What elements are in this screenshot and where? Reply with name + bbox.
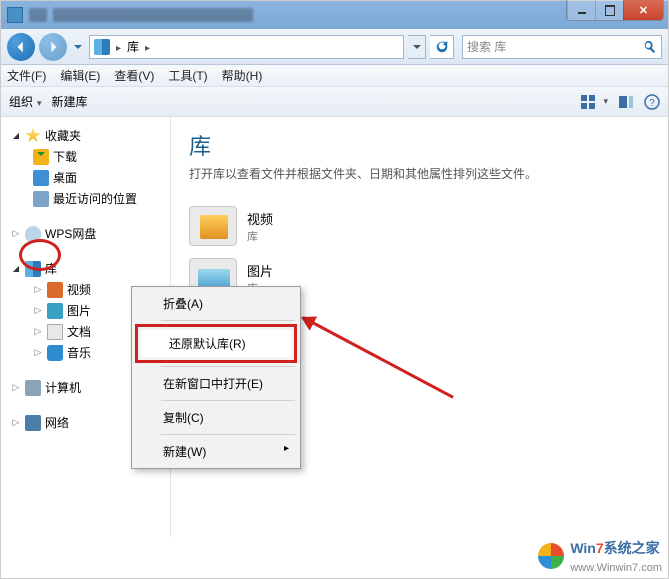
tree-label: 下载 <box>53 148 77 165</box>
logo-icon <box>538 543 564 569</box>
menu-file[interactable]: 文件(F) <box>7 67 46 84</box>
libraries-icon <box>25 261 41 277</box>
download-icon <box>33 149 49 165</box>
tree-favorites[interactable]: 收藏夹 <box>5 125 166 146</box>
expand-icon[interactable] <box>33 285 43 295</box>
annotation-highlight: 还原默认库(R) <box>135 324 297 363</box>
menu-tools[interactable]: 工具(T) <box>168 67 207 84</box>
menu-help[interactable]: 帮助(H) <box>222 67 263 84</box>
desktop-icon <box>33 170 49 186</box>
tree-label: 视频 <box>67 281 91 298</box>
breadcrumb-sep-icon <box>114 40 123 54</box>
maximize-button[interactable] <box>595 0 623 20</box>
address-bar[interactable]: 库 <box>89 35 404 59</box>
tree-downloads[interactable]: 下载 <box>5 146 166 167</box>
tree-label: 收藏夹 <box>45 127 81 144</box>
tree-label: 桌面 <box>53 169 77 186</box>
ctx-copy[interactable]: 复制(C) <box>135 404 297 431</box>
document-icon <box>47 324 63 340</box>
libraries-icon <box>94 39 110 55</box>
video-library-icon <box>189 206 237 246</box>
expand-icon[interactable] <box>11 418 21 428</box>
menu-bar: 文件(F) 编辑(E) 查看(V) 工具(T) 帮助(H) <box>1 65 668 87</box>
tree-label: 网络 <box>45 414 69 431</box>
ctx-separator <box>161 400 295 401</box>
organize-button[interactable]: 组织 <box>9 93 42 110</box>
tree-desktop[interactable]: 桌面 <box>5 167 166 188</box>
search-icon <box>643 40 657 54</box>
forward-button[interactable] <box>39 33 67 61</box>
tree-libraries[interactable]: 库 <box>5 258 166 279</box>
wm-text: 7 <box>596 540 604 556</box>
network-icon <box>25 415 41 431</box>
library-type: 库 <box>247 228 273 244</box>
tree-label: 音乐 <box>67 344 91 361</box>
expand-icon[interactable] <box>11 131 21 141</box>
search-box[interactable]: 搜索 库 <box>462 35 662 59</box>
preview-pane-button[interactable] <box>618 94 634 110</box>
explorer-body: 收藏夹 下载 桌面 最近访问的位置 WPS网盘 <box>1 117 668 537</box>
page-title: 库 <box>189 129 650 161</box>
breadcrumb-sep-icon <box>143 40 152 54</box>
title-blur <box>53 8 253 22</box>
ctx-separator <box>161 434 295 435</box>
menu-view[interactable]: 查看(V) <box>114 67 154 84</box>
svg-text:?: ? <box>649 98 655 109</box>
expand-icon[interactable] <box>33 306 43 316</box>
wm-text: Win <box>570 540 596 556</box>
title-blur <box>29 8 47 22</box>
expand-icon[interactable] <box>33 327 43 337</box>
expand-icon[interactable] <box>11 229 21 239</box>
ctx-new[interactable]: 新建(W) <box>135 438 297 465</box>
recent-icon <box>33 191 49 207</box>
breadcrumb-label[interactable]: 库 <box>127 38 139 55</box>
history-dropdown[interactable] <box>71 35 85 59</box>
window-titlebar <box>1 1 668 29</box>
star-icon <box>25 128 41 144</box>
back-button[interactable] <box>7 33 35 61</box>
close-button[interactable] <box>623 0 663 20</box>
help-button[interactable]: ? <box>644 94 660 110</box>
address-dropdown[interactable] <box>408 35 426 59</box>
refresh-button[interactable] <box>430 35 454 59</box>
picture-icon <box>47 303 63 319</box>
expand-icon[interactable] <box>33 348 43 358</box>
new-library-button[interactable]: 新建库 <box>52 93 88 110</box>
ctx-separator <box>161 320 295 321</box>
expand-icon[interactable] <box>11 383 21 393</box>
library-name: 视频 <box>247 209 273 228</box>
window-icon <box>7 7 23 23</box>
tree-label: 库 <box>45 260 57 277</box>
tree-label: WPS网盘 <box>45 225 96 242</box>
view-mode-button[interactable] <box>580 94 608 110</box>
menu-edit[interactable]: 编辑(E) <box>60 67 100 84</box>
search-placeholder: 搜索 库 <box>467 38 506 55</box>
expand-icon[interactable] <box>11 264 21 274</box>
cloud-icon <box>25 226 41 242</box>
navigation-bar: 库 搜索 库 <box>1 29 668 65</box>
window-controls <box>566 0 664 21</box>
wm-url: www.Winwin7.com <box>570 562 662 574</box>
tree-label: 计算机 <box>45 379 81 396</box>
library-item-videos[interactable]: 视频 库 <box>189 200 650 252</box>
library-name: 图片 <box>247 261 273 280</box>
ctx-restore-default-libraries[interactable]: 还原默认库(R) <box>141 330 291 357</box>
ctx-collapse[interactable]: 折叠(A) <box>135 290 297 317</box>
page-subtitle: 打开库以查看文件并根据文件夹、日期和其他属性排列这些文件。 <box>189 165 650 182</box>
wm-text: 系统之家 <box>604 540 660 556</box>
command-bar: 组织 新建库 ? <box>1 87 668 117</box>
ctx-separator <box>161 366 295 367</box>
tree-label: 文档 <box>67 323 91 340</box>
music-icon <box>47 345 63 361</box>
video-icon <box>47 282 63 298</box>
ctx-open-new-window[interactable]: 在新窗口中打开(E) <box>135 370 297 397</box>
computer-icon <box>25 380 41 396</box>
watermark: Win7系统之家 www.Winwin7.com <box>538 538 662 574</box>
tree-wps[interactable]: WPS网盘 <box>5 223 166 244</box>
tree-label: 最近访问的位置 <box>53 190 137 207</box>
minimize-button[interactable] <box>567 0 595 20</box>
tree-label: 图片 <box>67 302 91 319</box>
context-menu: 折叠(A) 还原默认库(R) 在新窗口中打开(E) 复制(C) 新建(W) <box>131 286 301 469</box>
tree-recent[interactable]: 最近访问的位置 <box>5 188 166 209</box>
